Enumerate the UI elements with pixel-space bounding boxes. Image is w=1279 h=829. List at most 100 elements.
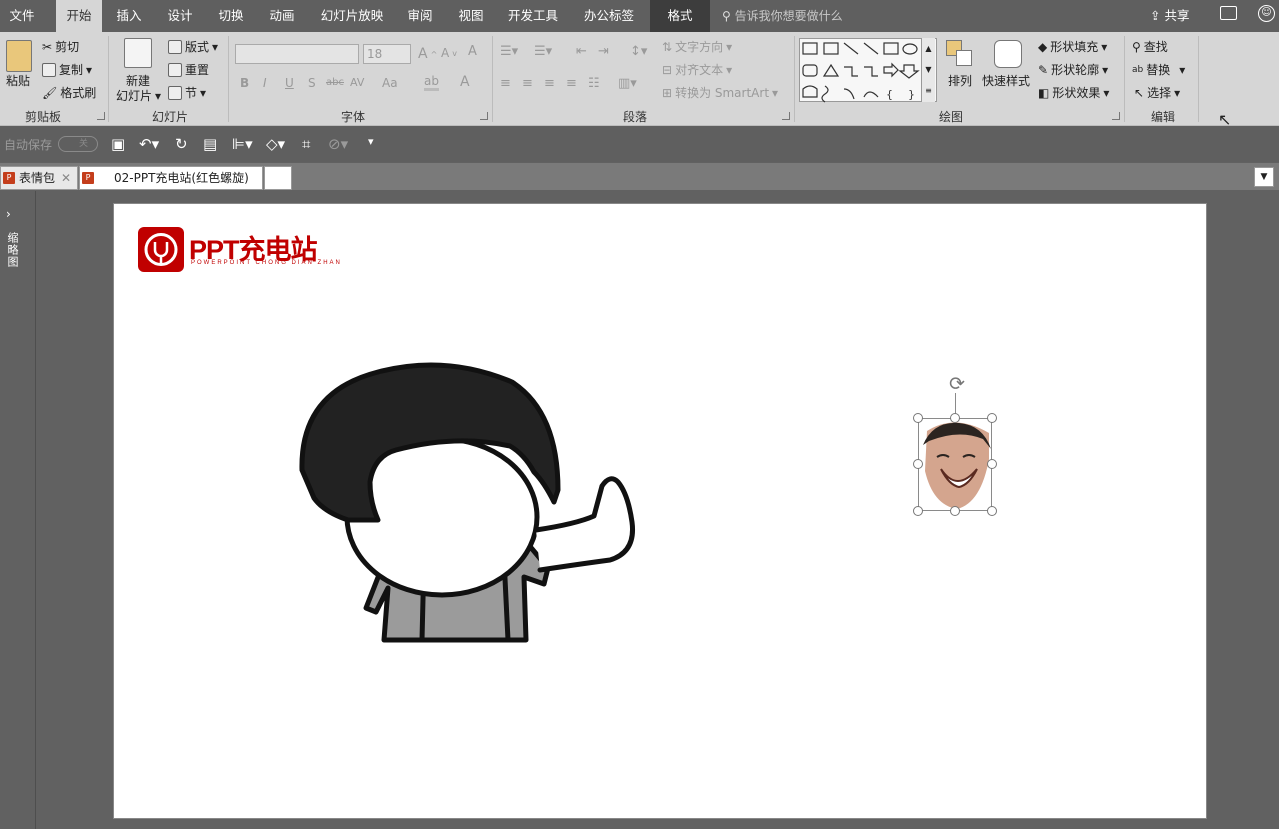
smartart-button[interactable]: ⊞ 转换为 SmartArt ▾ [662, 84, 778, 101]
find-button[interactable]: ⚲ 查找 [1132, 38, 1168, 55]
undo-icon[interactable]: ↶▾ [139, 135, 159, 153]
doc-tab-ppt-station[interactable]: P 02-PPT充电站(红色螺旋) [79, 166, 263, 190]
new-slide-icon[interactable] [124, 38, 152, 68]
rotate-handle-icon[interactable]: ⟳ [946, 373, 968, 395]
tab-transitions[interactable]: 切换 [209, 0, 253, 32]
slide-canvas[interactable] [113, 203, 1207, 819]
tell-me-search[interactable]: ⚲ 告诉我你想要做什么 [722, 0, 843, 32]
shapes-gallery[interactable]: {} [799, 38, 937, 103]
tab-home[interactable]: 开始 [56, 0, 102, 32]
share-button[interactable]: ⇪ 共享 [1150, 0, 1189, 32]
bullets-icon[interactable]: ☰▾ [500, 44, 518, 59]
crop-icon[interactable]: ⌗ [302, 135, 310, 153]
align-center-icon[interactable]: ≡ [522, 76, 533, 91]
columns-icon[interactable]: ▥▾ [618, 76, 637, 91]
resize-handle-bottom-left[interactable] [913, 506, 923, 516]
redo-icon[interactable]: ↻ [175, 135, 188, 153]
paste-button[interactable]: 粘贴 [6, 72, 30, 89]
shape-effects-button[interactable]: ◧ 形状效果 ▾ [1038, 84, 1109, 101]
justify-icon[interactable]: ≡ [566, 76, 577, 91]
font-name-dropdown[interactable] [235, 44, 359, 64]
cut-button[interactable]: ✂ 剪切 [42, 38, 79, 55]
decrease-indent-icon[interactable]: ⇤ [576, 44, 587, 59]
slideshow-icon[interactable]: ▤ [203, 135, 217, 153]
tab-file[interactable]: 文件 [0, 0, 44, 32]
doc-tab-emoji[interactable]: P 表情包 ✕ [0, 166, 78, 190]
increase-indent-icon[interactable]: ⇥ [598, 44, 609, 59]
align-text-button[interactable]: ⊟ 对齐文本 ▾ [662, 61, 732, 78]
save-icon[interactable]: ▣ [111, 135, 125, 153]
align-left-icon[interactable]: ≡ [500, 76, 511, 91]
section-button[interactable]: 节 ▾ [168, 84, 206, 101]
tab-design[interactable]: 设计 [158, 0, 202, 32]
grow-font-icon[interactable]: A ^ [418, 46, 437, 62]
distributed-icon[interactable]: ☷ [588, 76, 600, 91]
char-spacing-button[interactable]: AV [350, 76, 364, 89]
quick-styles-icon[interactable] [994, 40, 1022, 68]
change-case-button[interactable]: Aa [382, 76, 398, 90]
shape-fill-button[interactable]: ◆ 形状填充 ▾ [1038, 38, 1107, 55]
tab-animations[interactable]: 动画 [260, 0, 304, 32]
shape-icon[interactable]: ◇▾ [266, 135, 285, 153]
tab-view[interactable]: 视图 [449, 0, 493, 32]
copy-button[interactable]: 复制 ▾ [42, 61, 92, 78]
resize-handle-top-left[interactable] [913, 413, 923, 423]
align-icon[interactable]: ⊫▾ [232, 135, 253, 153]
new-slide-line2[interactable]: 幻灯片 ▾ [116, 87, 161, 104]
select-button[interactable]: ↖ 选择 ▾ [1134, 84, 1180, 101]
cartoon-girl-image[interactable] [296, 362, 641, 647]
shadow-button[interactable]: S [308, 76, 316, 90]
drawing-launcher-icon[interactable] [1112, 112, 1120, 120]
shape-outline-button[interactable]: ✎ 形状轮廓 ▾ [1038, 61, 1108, 78]
close-tab-icon[interactable]: ✕ [61, 167, 71, 189]
arrange-icon[interactable] [946, 40, 974, 68]
shrink-font-icon[interactable]: Av [441, 46, 457, 60]
line-spacing-icon[interactable]: ↕▾ [630, 44, 647, 59]
tab-slideshow[interactable]: 幻灯片放映 [313, 0, 391, 32]
tab-format[interactable]: 格式 [650, 0, 710, 32]
tab-review[interactable]: 审阅 [398, 0, 442, 32]
paste-icon[interactable] [6, 40, 32, 72]
resize-handle-bottom-right[interactable] [987, 506, 997, 516]
numbering-icon[interactable]: ☰▾ [534, 44, 552, 59]
font-launcher-icon[interactable] [480, 112, 488, 120]
align-right-icon[interactable]: ≡ [544, 76, 555, 91]
tab-office-tabs[interactable]: 办公标签 [576, 0, 642, 32]
clipboard-launcher-icon[interactable] [97, 112, 105, 120]
arrange-button[interactable]: 排列 [948, 72, 972, 89]
font-size-dropdown[interactable]: 18 [363, 44, 411, 64]
paragraph-launcher-icon[interactable] [782, 112, 790, 120]
font-color-icon[interactable]: A [460, 74, 470, 90]
highlight-icon[interactable]: ab [424, 74, 439, 91]
new-tab-button[interactable] [264, 166, 292, 190]
selected-face-picture[interactable] [918, 418, 992, 511]
layout-button[interactable]: 版式 ▾ [168, 38, 218, 55]
comments-icon[interactable] [1220, 6, 1237, 20]
smiley-feedback-icon[interactable]: ☺ [1258, 5, 1275, 22]
replace-button[interactable]: ab 替换 ▾ [1132, 61, 1185, 78]
tab-list-dropdown-icon[interactable]: ▼ [1254, 167, 1274, 187]
resize-handle-top[interactable] [950, 413, 960, 423]
strikethrough-button[interactable]: abc [326, 77, 344, 88]
tab-insert[interactable]: 插入 [107, 0, 151, 32]
clear-format-icon[interactable]: A [468, 44, 477, 59]
disabled-tool-icon[interactable]: ⊘▾ [328, 135, 348, 153]
text-direction-button[interactable]: ⇅ 文字方向 ▾ [662, 38, 732, 55]
bold-button[interactable]: B [240, 76, 249, 90]
gallery-scroll-icon[interactable]: ▲ ▼ ≡ [921, 38, 935, 102]
expand-panel-icon[interactable]: › [6, 207, 11, 221]
format-painter-button[interactable]: 🖌 格式刷 [42, 84, 96, 101]
plug-logo-glyph [144, 233, 178, 266]
quick-styles-button[interactable]: 快速样式 [982, 72, 1030, 89]
customize-qat-icon[interactable]: ▾ [368, 135, 374, 148]
resize-handle-right[interactable] [987, 459, 997, 469]
underline-button[interactable]: U [285, 76, 294, 90]
reset-button[interactable]: 重置 [168, 61, 209, 78]
thumbnail-panel-label[interactable]: 缩略图 [6, 232, 20, 268]
autosave-toggle[interactable]: 关 [58, 136, 98, 152]
italic-button[interactable]: I [263, 76, 267, 90]
resize-handle-top-right[interactable] [987, 413, 997, 423]
resize-handle-left[interactable] [913, 459, 923, 469]
tab-developer[interactable]: 开发工具 [500, 0, 566, 32]
resize-handle-bottom[interactable] [950, 506, 960, 516]
